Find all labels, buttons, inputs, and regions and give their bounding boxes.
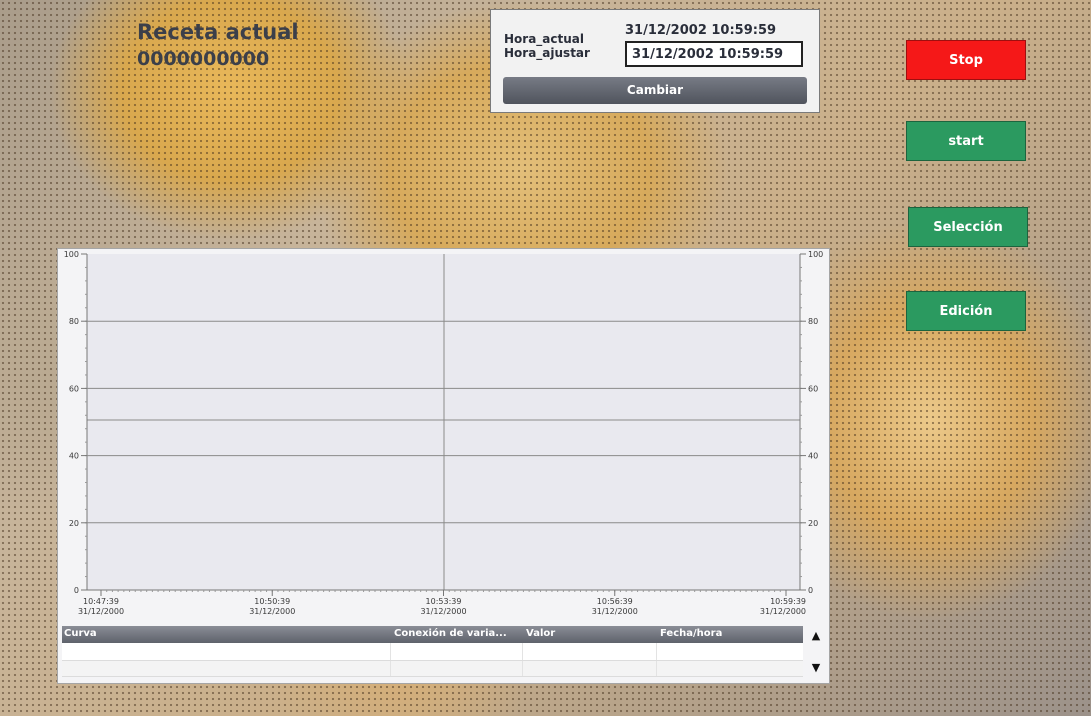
y-tick-label-left: 100 — [64, 250, 79, 259]
y-tick-label-right: 100 — [808, 250, 823, 259]
scroll-up-icon[interactable]: ▲ — [806, 628, 826, 644]
scroll-down-icon[interactable]: ▼ — [806, 660, 826, 676]
y-tick-label-left: 0 — [74, 586, 79, 595]
table-header: Curva Conexión de varia... Valor Fecha/h… — [62, 626, 803, 643]
recipe-title: Receta actual — [137, 20, 299, 44]
current-time-value: 31/12/2002 10:59:59 — [625, 23, 777, 38]
adjust-time-label: Hora_ajustar — [504, 46, 590, 60]
time-panel: Hora_actual Hora_ajustar 31/12/2002 10:5… — [490, 9, 820, 113]
x-tick-date: 31/12/2000 — [78, 607, 124, 616]
x-tick-time: 10:56:39 — [597, 597, 633, 606]
trend-chart: 0 020 2040 4060 6080 80100 10010:47:3931/12/20… — [64, 250, 824, 616]
recipe-value: 0000000000 — [137, 48, 270, 70]
x-tick-time: 10:50:39 — [254, 597, 290, 606]
trend-view[interactable]: 0 0 20 20 40 40 60 60 80 80 100 100 10:47:39 31/12/20… — [57, 248, 830, 684]
x-tick-time: 10:53:39 — [426, 597, 462, 606]
current-time-label: Hora_actual — [504, 32, 585, 46]
x-tick-date: 31/12/2000 — [420, 607, 466, 616]
value-table: Curva Conexión de varia... Valor Fecha/h… — [62, 626, 803, 677]
col-datetime[interactable]: Fecha/hora — [660, 628, 722, 639]
table-row[interactable] — [62, 643, 803, 661]
y-tick-label-right: 60 — [808, 384, 818, 393]
y-tick-label-right: 0 — [808, 586, 813, 595]
y-tick-label-left: 40 — [69, 452, 79, 461]
start-button[interactable]: start — [906, 121, 1026, 161]
y-tick-label-right: 40 — [808, 452, 818, 461]
adjust-time-input[interactable] — [625, 41, 803, 67]
y-tick-label-right: 20 — [808, 519, 818, 528]
edit-button[interactable]: Edición — [906, 291, 1026, 331]
x-tick-date: 31/12/2000 — [592, 607, 638, 616]
change-time-button[interactable]: Cambiar — [503, 77, 807, 104]
x-tick-time: 10:47:39 — [83, 597, 119, 606]
col-value[interactable]: Valor — [526, 628, 555, 639]
y-tick-label-right: 80 — [808, 317, 818, 326]
table-row[interactable] — [62, 661, 803, 677]
y-tick-label-left: 80 — [69, 317, 79, 326]
y-tick-label-left: 60 — [69, 384, 79, 393]
y-tick-label-left: 20 — [69, 519, 79, 528]
stop-button[interactable]: Stop — [906, 40, 1026, 80]
x-tick-date: 31/12/2000 — [249, 607, 295, 616]
selection-button[interactable]: Selección — [908, 207, 1028, 247]
col-curve[interactable]: Curva — [64, 628, 97, 639]
col-connection[interactable]: Conexión de varia... — [394, 628, 507, 639]
x-tick-date: 31/12/2000 — [760, 607, 806, 616]
x-tick-time: 10:59:39 — [770, 597, 806, 606]
